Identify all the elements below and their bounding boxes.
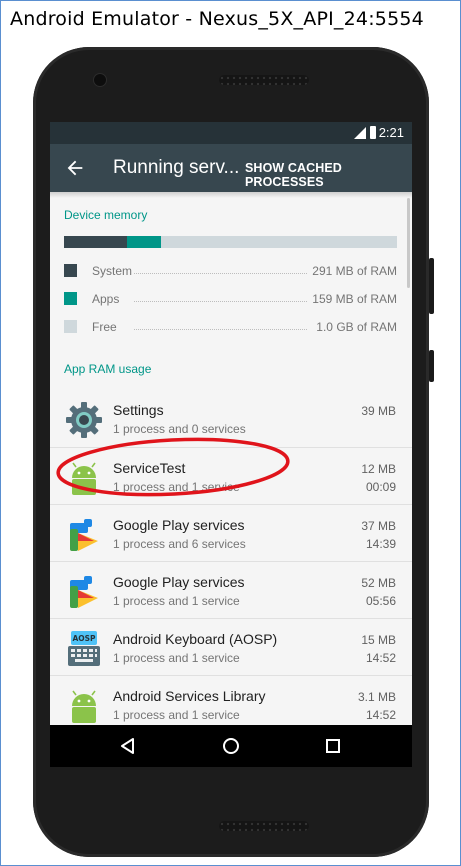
home-nav-icon[interactable]: [221, 736, 241, 756]
legend-swatch-free: [64, 320, 77, 333]
red-highlight-ellipse: [56, 437, 290, 497]
page-title: Running serv...: [113, 157, 240, 178]
volume-button[interactable]: [429, 258, 434, 314]
item-detail: 1 process and 1 service: [113, 594, 240, 608]
item-size: 15 MB: [361, 633, 396, 647]
legend-value: 291 MB of RAM: [312, 264, 397, 278]
item-time: 14:52: [365, 651, 396, 665]
item-size: 52 MB: [361, 576, 396, 590]
google-play-services-icon: [70, 576, 98, 608]
item-detail: 1 process and 0 services: [113, 422, 246, 436]
app-bar: Running serv... SHOW CACHED PROCESSES: [50, 144, 412, 192]
item-time: 05:56: [365, 594, 396, 608]
legend-swatch-system: [64, 264, 77, 277]
item-size: 12 MB: [361, 462, 396, 476]
top-edge-glow: [50, 192, 412, 198]
list-item-android-services-library[interactable]: Android Services Library 1 process and 1…: [50, 675, 412, 725]
memory-bar-apps: [127, 236, 161, 248]
recents-nav-icon[interactable]: [323, 736, 343, 756]
scrollbar[interactable]: [407, 198, 410, 288]
status-bar: 2:21: [50, 122, 412, 144]
google-play-services-icon: [70, 519, 98, 551]
legend-label: Apps: [92, 292, 120, 306]
app-ram-usage-header: App RAM usage: [64, 362, 152, 376]
item-name: Google Play services: [113, 574, 245, 590]
status-time: 2:21: [378, 125, 404, 140]
item-name: Android Keyboard (AOSP): [113, 631, 278, 647]
legend-system: System 291 MB of RAM: [64, 263, 397, 279]
device-memory-header: Device memory: [64, 208, 148, 222]
keyboard-icon-label: AOSP: [72, 634, 96, 643]
signal-icon: [354, 127, 366, 139]
legend-apps: Apps 159 MB of RAM: [64, 291, 397, 307]
battery-icon: [370, 126, 376, 139]
item-time: 00:09: [365, 480, 396, 494]
item-size: 3.1 MB: [357, 690, 396, 704]
list-item-google-play-services[interactable]: Google Play services 1 process and 1 ser…: [50, 561, 412, 619]
keyboard-icon: AOSP: [68, 631, 100, 666]
item-size: 39 MB: [361, 404, 396, 418]
back-arrow-icon[interactable]: [64, 157, 86, 179]
list-item-android-keyboard[interactable]: AOSP Android Keyboard (AOSP) 1 process a…: [50, 618, 412, 676]
android-robot-icon: [72, 690, 96, 723]
item-detail: 1 process and 1 service: [113, 651, 240, 665]
legend-label: System: [92, 264, 133, 278]
memory-usage-bar: [64, 236, 397, 248]
legend-swatch-apps: [64, 292, 77, 305]
item-time: 14:52: [365, 708, 396, 722]
settings-gear-icon: [66, 402, 102, 438]
item-name: Settings: [113, 402, 164, 418]
show-cached-processes-button[interactable]: SHOW CACHED PROCESSES: [245, 161, 412, 189]
navigation-bar: [50, 725, 412, 767]
item-name: Google Play services: [113, 517, 245, 533]
item-detail: 1 process and 1 service: [113, 708, 240, 722]
power-button[interactable]: [429, 350, 434, 382]
top-speaker: [219, 75, 309, 85]
item-time: 14:39: [365, 537, 396, 551]
list-item-google-play-services[interactable]: Google Play services 1 process and 6 ser…: [50, 504, 412, 562]
legend-label: Free: [92, 320, 117, 334]
back-nav-icon[interactable]: [118, 736, 138, 756]
bottom-speaker: [219, 821, 309, 831]
legend-value: 159 MB of RAM: [312, 292, 397, 306]
window-title: Android Emulator - Nexus_5X_API_24:5554: [10, 8, 424, 30]
item-detail: 1 process and 6 services: [113, 537, 246, 551]
item-name: Android Services Library: [113, 688, 266, 704]
front-camera: [93, 73, 107, 87]
item-size: 37 MB: [361, 519, 396, 533]
legend-free: Free 1.0 GB of RAM: [64, 319, 397, 335]
legend-value: 1.0 GB of RAM: [316, 320, 397, 334]
memory-bar-system: [64, 236, 128, 248]
